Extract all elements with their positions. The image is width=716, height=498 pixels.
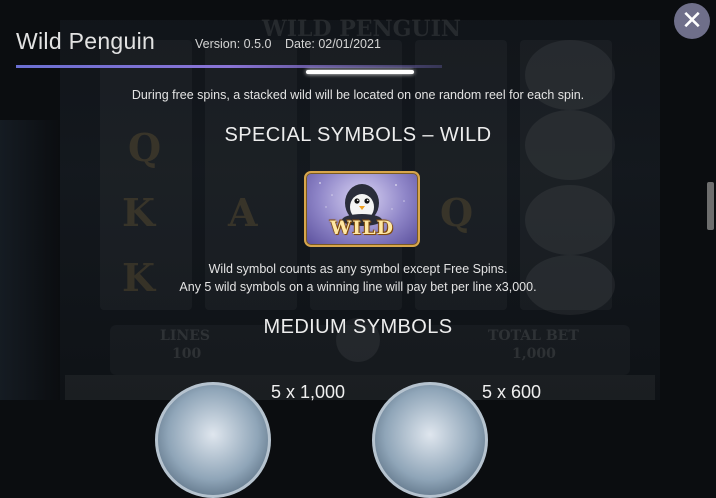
background-trees <box>0 120 60 400</box>
background-symbol-k: K <box>122 190 156 235</box>
page-title: Wild Penguin <box>16 28 156 54</box>
medium-symbol-1-image <box>155 382 271 498</box>
medium-symbol-2-image <box>372 382 488 498</box>
wild-symbol-image: WILD <box>304 171 420 247</box>
medium-symbols-heading: MEDIUM SYMBOLS <box>263 316 453 338</box>
wild-symbol-label: WILD <box>329 217 395 239</box>
version-label: Version: 0.5.0 <box>195 37 272 51</box>
background-symbol <box>525 185 615 255</box>
highlight-strip <box>306 70 414 74</box>
close-icon: ✕ <box>681 6 703 36</box>
background-symbol-a: A <box>228 190 258 235</box>
background-lines-value: 100 <box>172 346 202 362</box>
scrollbar-thumb[interactable] <box>707 182 714 230</box>
background-symbol-q: Q <box>440 190 474 235</box>
close-button[interactable]: ✕ <box>674 3 710 39</box>
wild-description-line-1: Wild symbol counts as any symbol except … <box>208 262 508 276</box>
wild-description-line-2: Any 5 wild symbols on a winning line wil… <box>179 280 537 294</box>
header-underline <box>16 65 442 68</box>
background-total-bet-value: 1,000 <box>512 346 556 362</box>
free-spins-description: During free spins, a stacked wild will b… <box>131 88 585 102</box>
date-label: Date: 02/01/2021 <box>285 37 381 51</box>
background-bottom-bar <box>65 375 655 400</box>
special-symbols-heading: SPECIAL SYMBOLS – WILD <box>224 124 492 146</box>
